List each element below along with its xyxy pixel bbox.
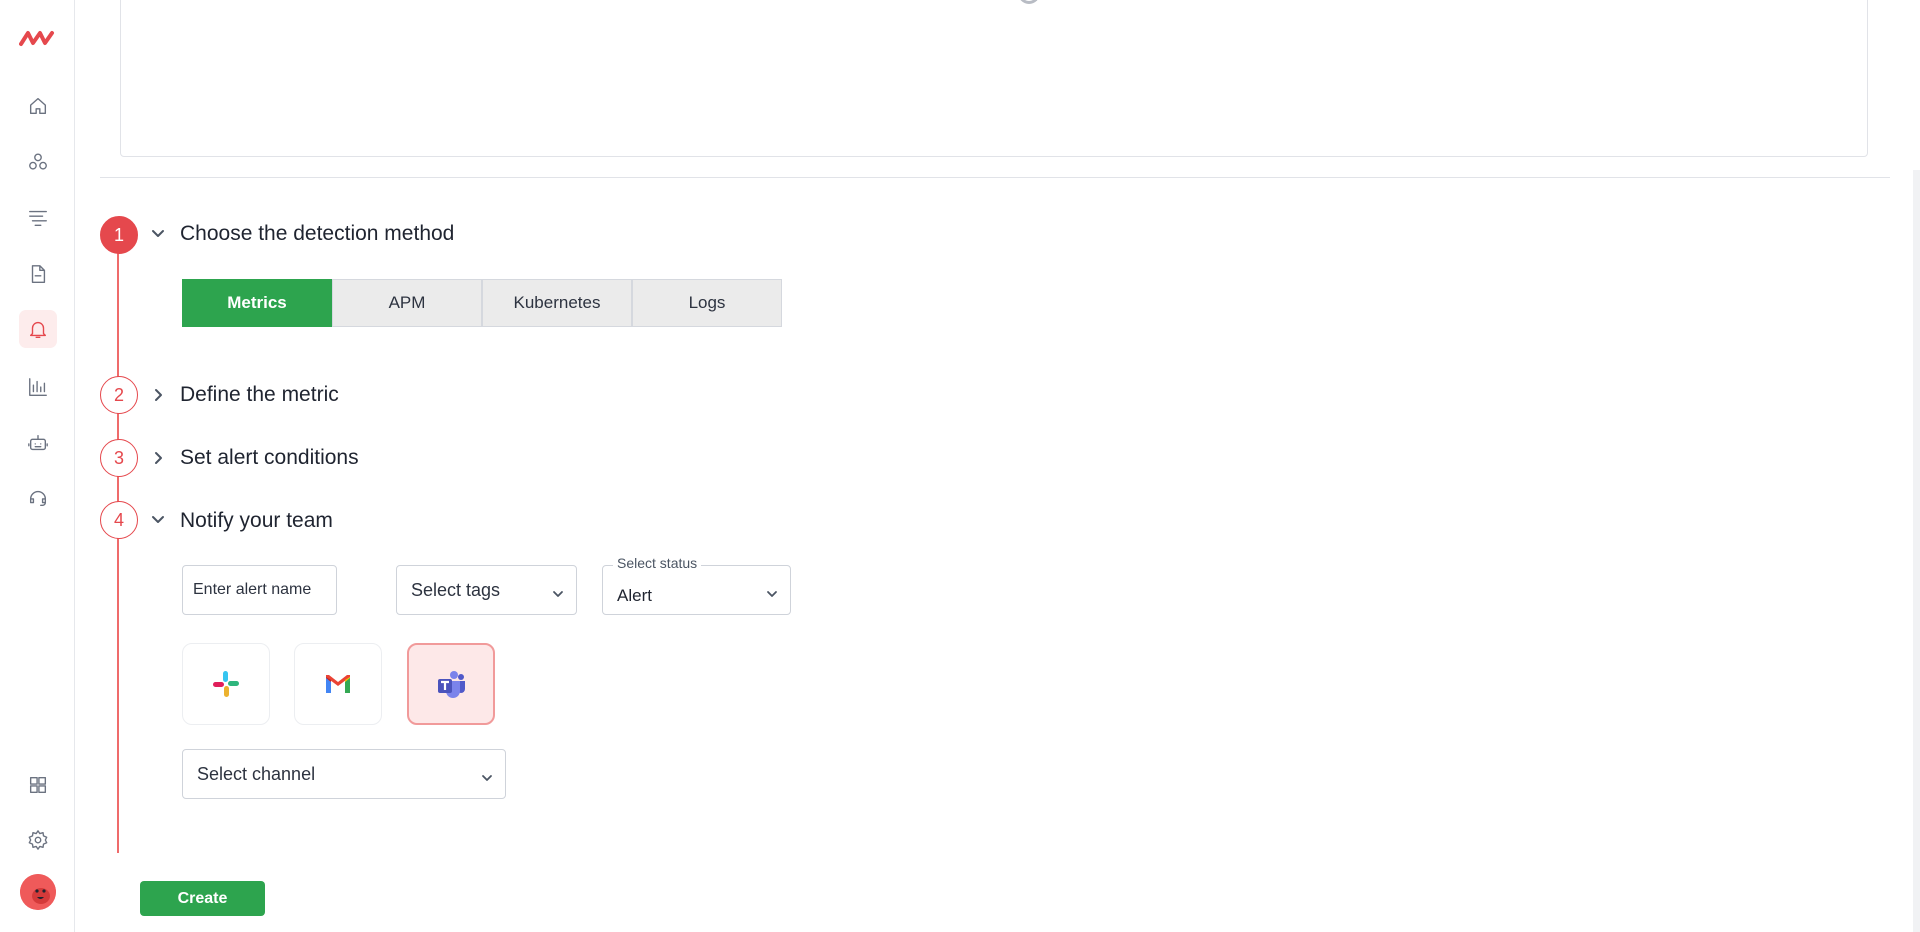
chevron-down-icon[interactable] [150, 225, 166, 241]
step-2-number: 2 [100, 376, 138, 414]
tab-metrics[interactable]: Metrics [182, 279, 332, 327]
document-icon [31, 265, 46, 283]
sidebar-item-support[interactable] [19, 479, 57, 517]
status-select-label: Select status [613, 555, 702, 571]
robot-icon [28, 434, 48, 451]
sidebar-item-settings[interactable] [19, 821, 57, 859]
channel-gmail-button[interactable] [294, 643, 382, 725]
avatar[interactable] [20, 874, 56, 910]
sidebar-item-dashboards[interactable] [19, 368, 57, 406]
alert-name-field [182, 565, 337, 615]
sidebar-item-reports[interactable] [19, 255, 57, 293]
step-4-number: 4 [100, 501, 138, 539]
tab-kubernetes[interactable]: Kubernetes [482, 279, 632, 327]
step-2-title[interactable]: Define the metric [180, 383, 339, 407]
gear-icon [28, 830, 48, 850]
metric-preview-panel [120, 0, 1868, 157]
sidebar-item-apps[interactable] [19, 766, 57, 804]
list-filter-icon [29, 210, 47, 227]
divider [100, 177, 1890, 178]
gmail-icon [326, 675, 350, 693]
channel-slack-button[interactable] [182, 643, 270, 725]
main-content: 1 Choose the detection method Metrics AP… [75, 0, 1920, 932]
sidebar-item-alerts[interactable] [19, 310, 57, 348]
step-4-title[interactable]: Notify your team [180, 509, 333, 533]
chevron-down-icon[interactable] [150, 511, 166, 527]
scrollbar-track[interactable] [1913, 170, 1920, 932]
tags-select[interactable]: Select tags [396, 565, 577, 615]
sidebar-item-infrastructure[interactable] [19, 143, 57, 181]
bar-chart-icon [29, 378, 47, 396]
teams-icon [438, 671, 465, 698]
detection-method-tabs: Metrics APM Kubernetes Logs [182, 279, 782, 327]
loading-spinner-icon [1018, 0, 1040, 4]
channel-select-placeholder: Select channel [197, 763, 316, 784]
sidebar-item-home[interactable] [19, 87, 57, 125]
slack-icon [213, 671, 239, 697]
tab-logs[interactable]: Logs [632, 279, 782, 327]
chevron-down-icon [766, 584, 778, 597]
tab-apm[interactable]: APM [332, 279, 482, 327]
status-select[interactable]: Select status Alert [602, 555, 791, 615]
step-3-title[interactable]: Set alert conditions [180, 446, 359, 470]
alert-name-input[interactable] [183, 566, 336, 614]
channel-teams-button[interactable] [407, 643, 495, 725]
circles-icon [29, 153, 47, 170]
tags-select-placeholder: Select tags [411, 579, 501, 600]
status-select-value: Alert [617, 586, 652, 605]
sidebar-item-ai[interactable] [19, 424, 57, 462]
step-1-number: 1 [100, 216, 138, 254]
grid-icon [29, 776, 47, 794]
sidebar-item-logs[interactable] [19, 199, 57, 237]
steps-timeline [117, 236, 119, 853]
step-1-title[interactable]: Choose the detection method [180, 222, 454, 246]
step-3-number: 3 [100, 439, 138, 477]
chevron-right-icon[interactable] [150, 387, 166, 403]
chevron-down-icon [552, 584, 564, 597]
chevron-down-icon [481, 768, 493, 781]
headset-icon [29, 490, 47, 507]
middleware-logo-icon[interactable] [19, 28, 55, 48]
chevron-right-icon[interactable] [150, 450, 166, 466]
channel-select[interactable]: Select channel [182, 749, 506, 799]
create-button[interactable]: Create [140, 881, 265, 916]
sidebar [0, 0, 75, 932]
home-icon [29, 97, 47, 115]
bell-icon [29, 321, 47, 338]
